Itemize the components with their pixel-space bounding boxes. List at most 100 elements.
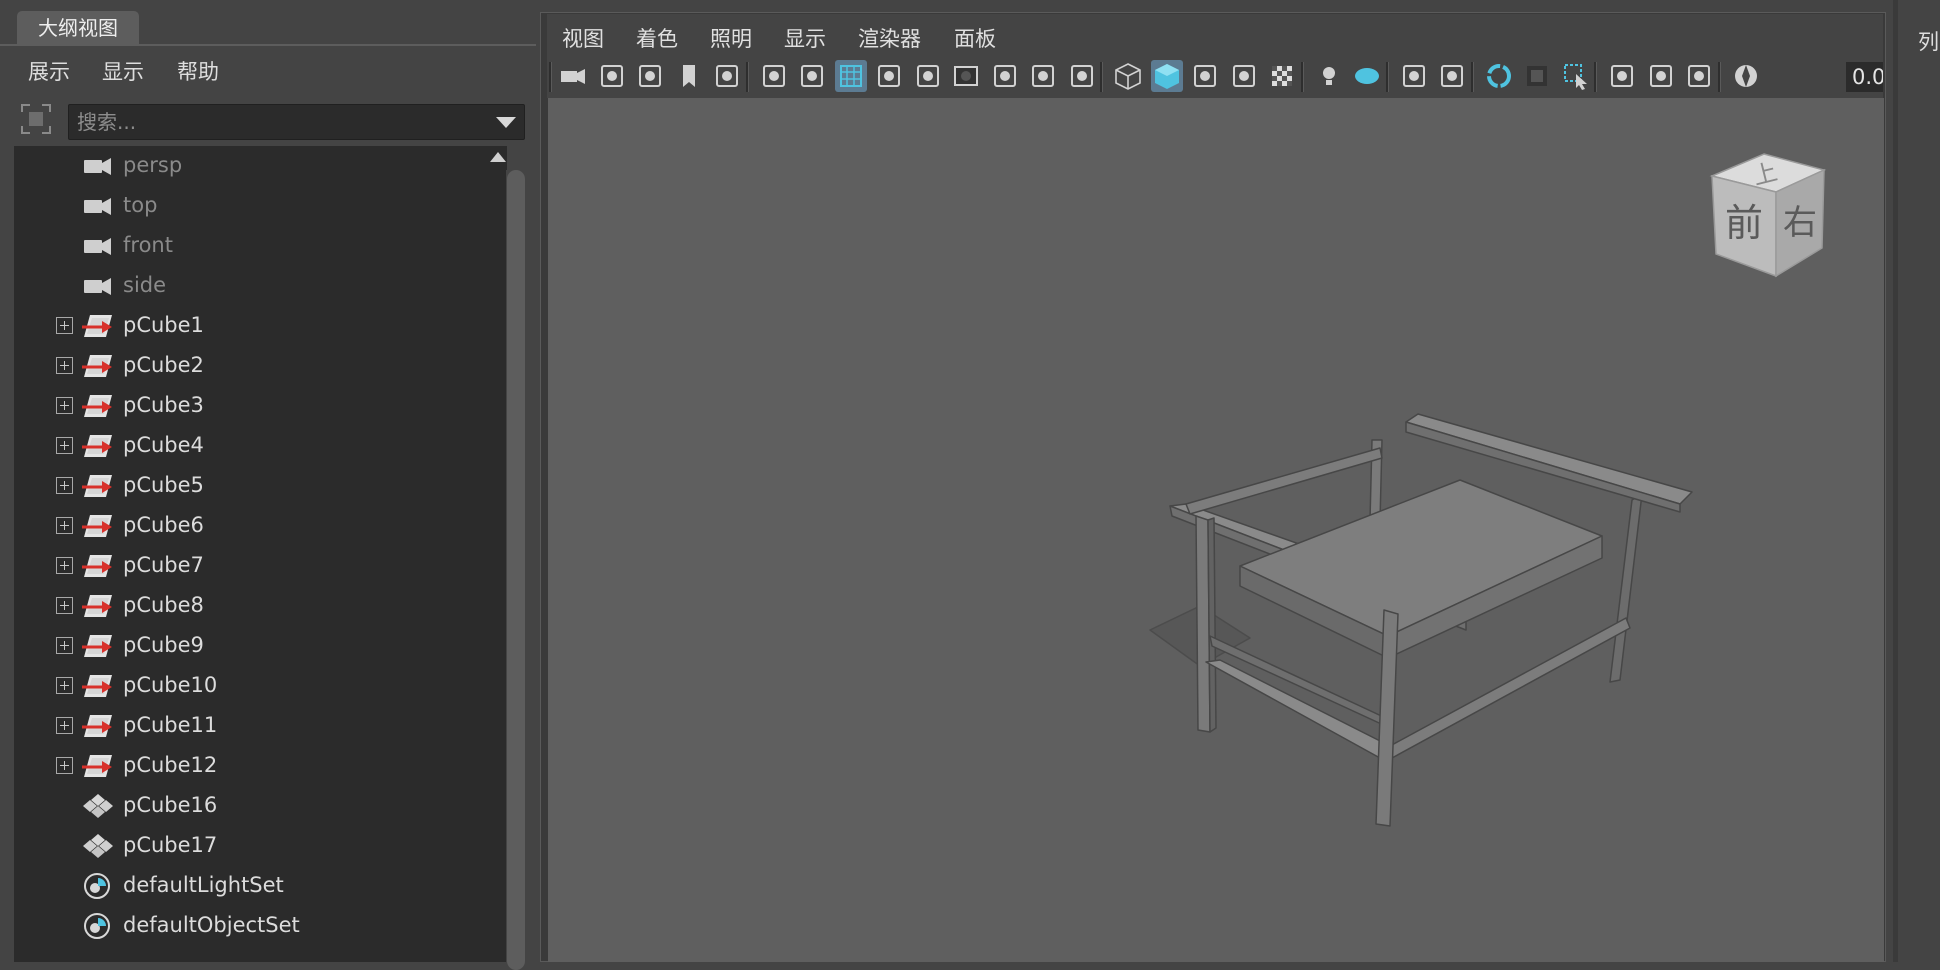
isolate-select-icon[interactable] [1560,60,1592,92]
camera-icon [84,238,111,255]
object-set-icon [84,873,110,899]
exposure-value-field[interactable]: 0.0 [1846,62,1883,92]
menu-view[interactable]: 视图 [562,23,604,53]
tree-item[interactable]: pCube16 [14,786,507,826]
scroll-up-arrow-icon[interactable] [490,152,506,162]
xray-icon[interactable] [1606,60,1638,92]
tree-item[interactable]: pCube10 [14,666,507,706]
tree-item[interactable]: pCube11 [14,706,507,746]
expand-plus-icon[interactable] [56,677,73,694]
toolbar-separator [1470,62,1474,92]
transform-node-icon [82,715,112,737]
exposure-icon[interactable] [1730,60,1762,92]
2d-pan-zoom-icon[interactable] [758,60,790,92]
outliner-menu-bar: 展示 显示 帮助 [0,46,536,90]
field-chart-icon[interactable] [989,60,1021,92]
expand-plus-icon[interactable] [56,477,73,494]
screen-space-ao-icon[interactable] [1398,60,1430,92]
tree-item[interactable]: pCube9 [14,626,507,666]
tree-item[interactable]: pCube2 [14,346,507,386]
wireframe-icon[interactable] [1112,60,1144,92]
tree-item[interactable]: defaultLightSet [14,866,507,906]
camera-attributes-icon[interactable] [634,60,666,92]
expand-plus-icon[interactable] [56,397,73,414]
textured-icon[interactable] [1266,60,1298,92]
transform-node-icon [82,395,112,417]
smooth-shade-icon[interactable] [1150,60,1183,92]
view-cube[interactable]: 上 前 右 [1694,148,1834,288]
right-panel-label: 列 [1918,30,1939,54]
bookmark-icon[interactable] [673,60,705,92]
expand-plus-icon[interactable] [56,357,73,374]
gate-mask-icon[interactable] [950,60,982,92]
chevron-down-icon[interactable] [496,117,516,128]
resolution-gate-icon[interactable] [912,60,944,92]
anti-aliasing-icon[interactable] [1483,60,1515,92]
transform-node-icon [82,515,112,537]
search-field[interactable] [68,104,525,140]
safe-title-icon[interactable] [1066,60,1098,92]
mesh-icon [83,794,113,818]
tree-item-label: pCube17 [123,833,218,857]
chair-model[interactable] [1140,410,1700,850]
tree-item[interactable]: pCube12 [14,746,507,786]
wireframe-on-shaded-icon[interactable] [1228,60,1260,92]
menu-display[interactable]: 展示 [28,56,70,86]
tree-item-label: defaultLightSet [123,873,284,897]
expand-plus-icon[interactable] [56,637,73,654]
depth-of-field-icon[interactable] [1521,60,1553,92]
expand-plus-icon[interactable] [56,517,73,534]
lock-camera-icon[interactable] [596,60,628,92]
expand-plus-icon[interactable] [56,757,73,774]
grid-icon[interactable] [834,60,867,92]
tree-item[interactable]: pCube3 [14,386,507,426]
transform-node-icon [82,475,112,497]
expand-plus-icon[interactable] [56,317,73,334]
menu-show[interactable]: 显示 [102,56,144,86]
select-camera-icon[interactable] [557,60,589,92]
tree-item[interactable]: defaultObjectSet [14,906,507,946]
menu-help[interactable]: 帮助 [177,56,219,86]
expand-plus-icon[interactable] [56,557,73,574]
tree-item[interactable]: pCube8 [14,586,507,626]
camera-icon [84,158,111,175]
xray-active-icon[interactable] [1683,60,1715,92]
tree-item[interactable]: pCube1 [14,306,507,346]
tree-item-label: pCube12 [123,753,218,777]
tree-item[interactable]: pCube4 [14,426,507,466]
filter-icon[interactable] [20,102,52,136]
expand-plus-icon[interactable] [56,597,73,614]
use-default-material-icon[interactable] [1189,60,1221,92]
menu-lighting[interactable]: 照明 [710,23,752,53]
scrollbar-track[interactable] [506,170,526,970]
tree-item[interactable]: persp [14,146,507,186]
tree-item[interactable]: pCube5 [14,466,507,506]
toolbar-separator [1100,62,1103,92]
use-all-lights-icon[interactable] [1313,60,1345,92]
tree-list: persp top front side pCube1 pCube2 pCube3 pCube… [14,146,507,946]
outliner-tab[interactable]: 大纲视图 [17,11,139,45]
menu-panels[interactable]: 面板 [954,23,996,53]
tree-item[interactable]: pCube6 [14,506,507,546]
film-gate-icon[interactable] [873,60,905,92]
scrollbar-thumb[interactable] [507,170,525,970]
toolbar-separator [1717,62,1721,92]
xray-joints-icon[interactable] [1645,60,1677,92]
tree-item[interactable]: top [14,186,507,226]
motion-blur-icon[interactable] [1436,60,1468,92]
tree-item[interactable]: pCube7 [14,546,507,586]
menu-shading[interactable]: 着色 [636,23,678,53]
safe-action-icon[interactable] [1027,60,1059,92]
menu-renderer[interactable]: 渲染器 [858,23,921,53]
search-input[interactable] [75,108,479,136]
tree-item[interactable]: pCube17 [14,826,507,866]
menu-show-viewport[interactable]: 显示 [784,23,826,53]
shadows-icon[interactable] [1351,60,1383,92]
expand-plus-icon[interactable] [56,717,73,734]
expand-plus-icon[interactable] [56,437,73,454]
toolbar-separator [1594,62,1597,92]
tree-item[interactable]: side [14,266,507,306]
grease-pencil-icon[interactable] [796,60,828,92]
tree-item[interactable]: front [14,226,507,266]
image-plane-icon[interactable] [711,60,743,92]
